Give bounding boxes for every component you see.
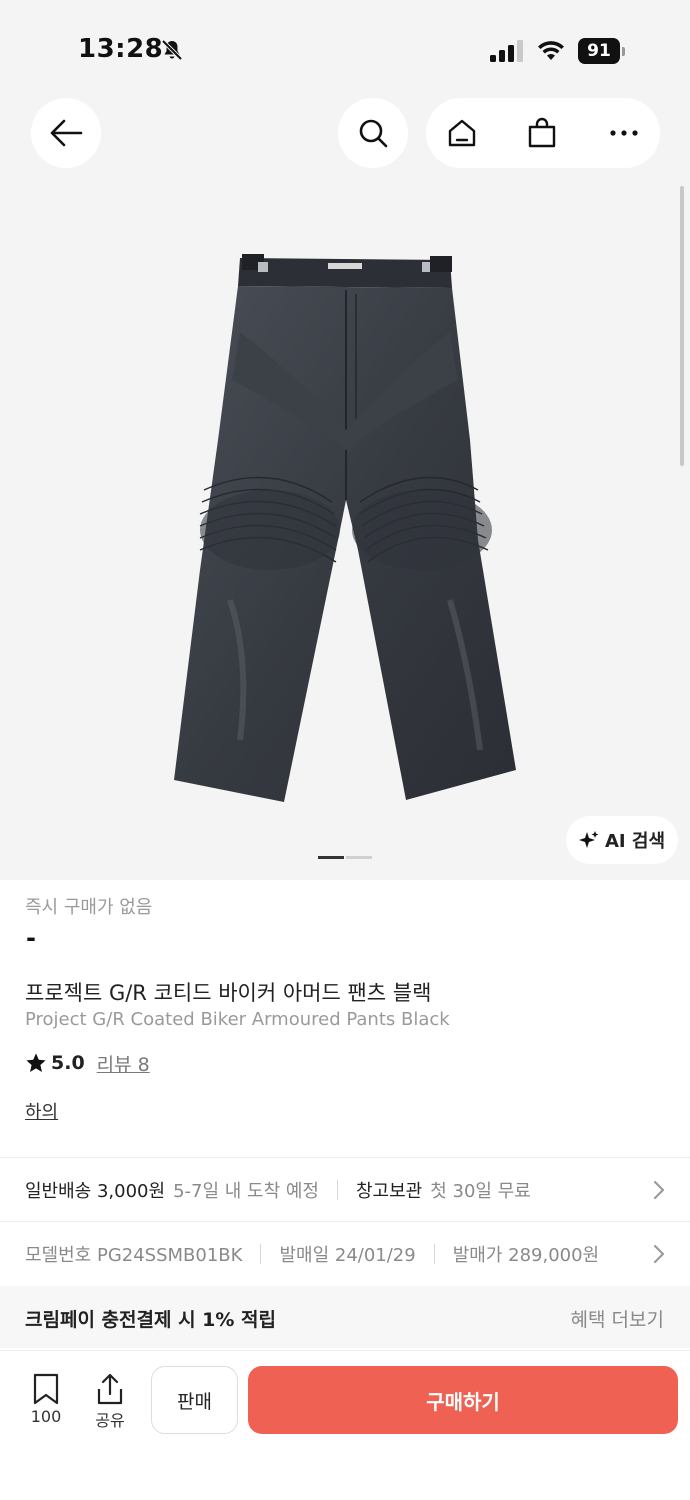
share-label: 공유 — [95, 1411, 125, 1430]
search-button[interactable] — [338, 98, 408, 168]
availability-text: 즉시 구매가 없음 — [25, 897, 153, 918]
rating-value: 5.0 — [51, 1052, 85, 1074]
rating-row: 5.0 리뷰 8 — [25, 1050, 150, 1076]
home-button[interactable] — [444, 115, 480, 151]
status-time: 13:28 — [78, 34, 164, 64]
shopping-bag-icon — [528, 117, 556, 148]
product-specs-row[interactable]: 모델번호 PG24SSMB01BK 발매일 24/01/29 발매가 289,0… — [0, 1222, 690, 1285]
release-price: 발매가 289,000원 — [452, 1244, 600, 1266]
ai-search-button[interactable]: AI 검색 — [566, 816, 678, 864]
chevron-right-icon — [653, 1180, 665, 1199]
release-date: 발매일 24/01/29 — [279, 1244, 416, 1266]
chevron-right-icon — [653, 1244, 665, 1263]
buy-button[interactable]: 구매하기 — [248, 1366, 678, 1434]
search-icon — [359, 119, 388, 148]
benefit-more-link[interactable]: 혜택 더보기 — [571, 1305, 664, 1332]
sell-button[interactable]: 판매 — [151, 1366, 238, 1434]
ai-search-label: AI 검색 — [604, 831, 665, 852]
benefit-text: 크림페이 충전결제 시 1% 적립 — [25, 1309, 276, 1331]
storage-label: 창고보관 — [356, 1180, 423, 1202]
separator — [433, 1243, 435, 1264]
home-icon — [448, 119, 476, 147]
arrow-left-icon — [50, 119, 83, 147]
status-bar: 13:28 91 — [0, 0, 690, 100]
battery-cap — [622, 47, 625, 56]
battery-level: 91 — [578, 38, 620, 64]
battery-indicator: 91 — [578, 38, 626, 64]
cart-button[interactable] — [524, 115, 560, 151]
product-title-ko: 프로젝트 G/R 코티드 바이커 아머드 팬츠 블랙 — [25, 981, 432, 1005]
scrollbar[interactable] — [680, 186, 684, 466]
page-dot — [346, 856, 372, 859]
separator — [260, 1243, 262, 1264]
normal-delivery-label: 일반배송 3,000원 — [25, 1180, 166, 1202]
share-button[interactable]: 공유 — [85, 1373, 135, 1431]
category-link[interactable]: 하의 — [25, 1098, 58, 1124]
star-icon — [26, 1053, 46, 1072]
bookmark-button[interactable]: 100 — [21, 1373, 71, 1426]
signal-icon — [490, 40, 523, 62]
product-image — [174, 254, 516, 802]
review-link[interactable]: 리뷰 8 — [97, 1050, 150, 1077]
bookmark-icon — [33, 1373, 59, 1405]
back-button[interactable] — [31, 98, 101, 168]
sparkle-icon — [578, 831, 599, 848]
more-button[interactable] — [606, 115, 642, 151]
image-page-indicator — [318, 856, 374, 860]
delivery-info-row[interactable]: 일반배송 3,000원 5-7일 내 도착 예정 창고보관 첫 30일 무료 — [0, 1158, 690, 1221]
model-number: 모델번호 PG24SSMB01BK — [25, 1244, 243, 1266]
bell-muted-icon — [161, 39, 183, 61]
bookmark-count: 100 — [30, 1407, 62, 1426]
share-icon — [97, 1373, 123, 1405]
page-dot-active — [318, 856, 344, 859]
wifi-icon — [538, 41, 564, 60]
storage-note: 첫 30일 무료 — [430, 1180, 531, 1202]
header-actions — [426, 98, 660, 168]
separator — [337, 1179, 338, 1200]
normal-delivery-eta: 5-7일 내 도착 예정 — [173, 1180, 319, 1202]
more-dots-icon — [610, 130, 638, 136]
price: - — [26, 924, 36, 952]
product-title-en: Project G/R Coated Biker Armoured Pants … — [25, 1009, 450, 1030]
bottom-action-bar: 100 공유 판매 구매하기 — [0, 1350, 690, 1500]
benefit-banner[interactable]: 크림페이 충전결제 시 1% 적립 혜택 더보기 — [0, 1286, 690, 1348]
